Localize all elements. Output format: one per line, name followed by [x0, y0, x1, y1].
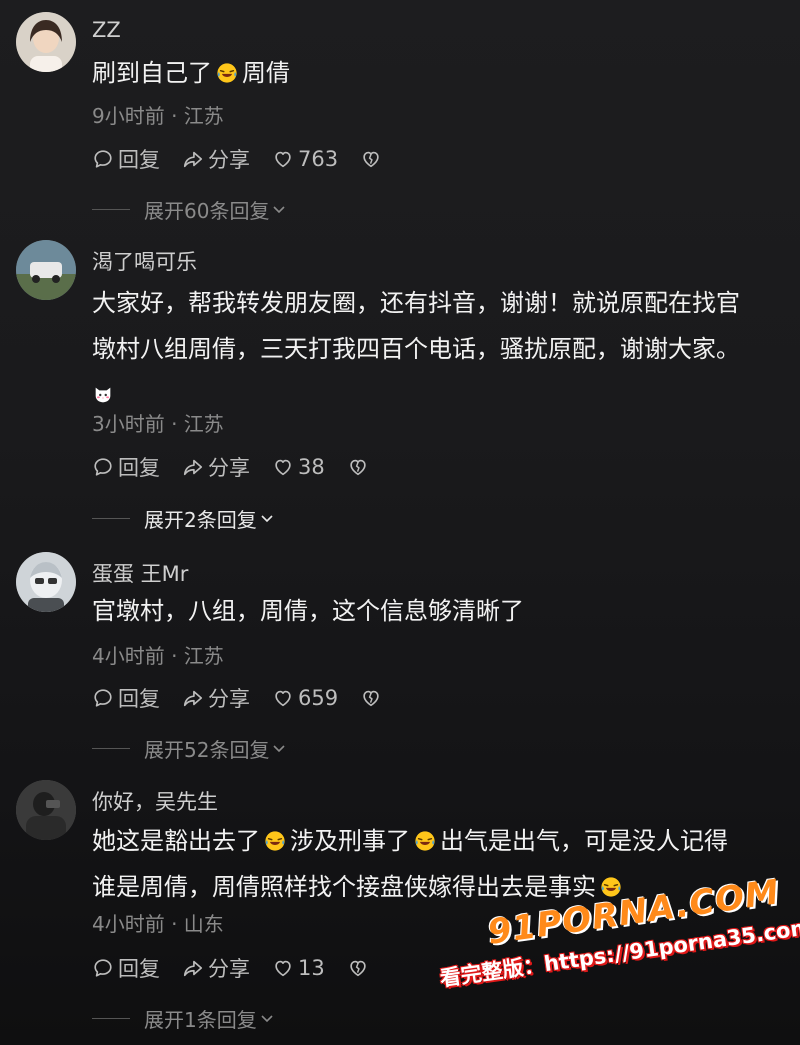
dislike-button[interactable]	[360, 687, 386, 709]
chevron-down-icon	[271, 201, 287, 217]
divider	[92, 747, 130, 749]
avatar[interactable]	[16, 12, 76, 72]
comment-bubble-icon	[92, 456, 114, 478]
comment-text-line: 墩村八组周倩，三天打我四百个电话，骚扰原配，谢谢大家。	[92, 335, 740, 363]
watermark: 91PORNA.COM 看完整版：https://91porna35.com	[438, 872, 800, 1030]
avatar[interactable]	[16, 780, 76, 840]
share-arrow-icon	[182, 456, 204, 478]
expand-replies[interactable]: 展开60条回复	[92, 195, 287, 223]
heart-icon	[272, 148, 294, 170]
share-label: 分享	[208, 148, 250, 172]
reply-button[interactable]: 回复	[92, 144, 160, 174]
reply-label: 回复	[118, 687, 160, 711]
share-label: 分享	[208, 957, 250, 981]
share-arrow-icon	[182, 687, 204, 709]
share-button[interactable]: 分享	[182, 452, 250, 482]
reply-label: 回复	[118, 456, 160, 480]
comment-bubble-icon	[92, 148, 114, 170]
share-label: 分享	[208, 687, 250, 711]
dislike-button[interactable]	[347, 456, 373, 478]
action-bar: 回复 分享 13	[92, 954, 395, 982]
username[interactable]: 渴了喝可乐	[92, 246, 197, 276]
avatar[interactable]	[16, 240, 76, 300]
share-button[interactable]: 分享	[182, 953, 250, 983]
reply-button[interactable]: 回复	[92, 953, 160, 983]
comment-text-part: 周倩	[242, 59, 290, 87]
heart-icon	[272, 456, 294, 478]
reply-label: 回复	[118, 148, 160, 172]
username[interactable]: ZZ	[92, 18, 121, 42]
expand-label: 展开52条回复	[144, 737, 270, 762]
broken-heart-icon	[360, 148, 382, 170]
like-button[interactable]: 38	[272, 455, 325, 479]
heart-icon	[272, 687, 294, 709]
chevron-down-icon	[259, 510, 275, 526]
comment-bubble-icon	[92, 957, 114, 979]
action-bar: 回复 分享 659	[92, 684, 408, 712]
avatar[interactable]	[16, 552, 76, 612]
comment-meta: 3小时前 · 江苏	[92, 412, 224, 436]
like-count: 763	[298, 147, 339, 171]
action-bar: 回复 分享 38	[92, 453, 395, 481]
expand-label: 展开1条回复	[144, 1007, 257, 1032]
comment-meta: 4小时前 · 江苏	[92, 644, 224, 668]
expand-replies[interactable]: 展开1条回复	[92, 1004, 275, 1032]
comment-text-line: 她这是豁出去了 涉及刑事了 出气是出气，可是没人记得	[92, 818, 792, 864]
comment-text-part: 出气是出气，可是没人记得	[440, 827, 728, 855]
laugh-cry-emoji	[414, 830, 436, 852]
comment-text-part: 谁是周倩，周倩照样找个接盘侠嫁得出去是事实	[92, 873, 596, 901]
share-label: 分享	[208, 456, 250, 480]
comment-text: 刷到自己了 周倩	[92, 50, 792, 96]
broken-heart-icon	[347, 957, 369, 979]
reply-button[interactable]: 回复	[92, 452, 160, 482]
comment-bubble-icon	[92, 687, 114, 709]
share-arrow-icon	[182, 148, 204, 170]
like-button[interactable]: 659	[272, 686, 338, 710]
divider	[92, 1017, 130, 1019]
divider	[92, 208, 130, 210]
broken-heart-icon	[347, 456, 369, 478]
comment-meta: 9小时前 · 江苏	[92, 104, 224, 128]
like-count: 13	[298, 956, 325, 980]
like-button[interactable]: 763	[272, 147, 338, 171]
action-bar: 回复 分享 763	[92, 145, 408, 173]
expand-label: 展开2条回复	[144, 507, 257, 532]
share-button[interactable]: 分享	[182, 144, 250, 174]
comment-text-part: 涉及刑事了	[290, 827, 410, 855]
comment-text-part: 刷到自己了	[92, 59, 212, 87]
cat-emoji	[92, 384, 114, 406]
expand-replies[interactable]: 展开2条回复	[92, 504, 275, 532]
laugh-cry-emoji	[216, 62, 238, 84]
expand-replies[interactable]: 展开52条回复	[92, 734, 287, 762]
expand-label: 展开60条回复	[144, 198, 270, 223]
comment-text: 官墩村，八组，周倩，这个信息够清晰了	[92, 597, 524, 625]
broken-heart-icon	[360, 687, 382, 709]
laugh-cry-emoji	[264, 830, 286, 852]
comment-text: 大家好，帮我转发朋友圈，还有抖音，谢谢！就说原配在找官 墩村八组周倩，三天打我四…	[92, 280, 792, 418]
dislike-button[interactable]	[347, 957, 373, 979]
reply-button[interactable]: 回复	[92, 683, 160, 713]
share-button[interactable]: 分享	[182, 683, 250, 713]
username[interactable]: 蛋蛋 王Mr	[92, 558, 188, 588]
share-arrow-icon	[182, 957, 204, 979]
comment-text-part: 她这是豁出去了	[92, 827, 260, 855]
username[interactable]: 你好，吴先生	[92, 786, 218, 816]
like-count: 38	[298, 455, 325, 479]
chevron-down-icon	[271, 740, 287, 756]
like-button[interactable]: 13	[272, 956, 325, 980]
reply-label: 回复	[118, 957, 160, 981]
comment-meta: 4小时前 · 山东	[92, 912, 224, 936]
dislike-button[interactable]	[360, 148, 386, 170]
heart-icon	[272, 957, 294, 979]
divider	[92, 517, 130, 519]
like-count: 659	[298, 686, 339, 710]
chevron-down-icon	[259, 1010, 275, 1026]
comment-text-line: 大家好，帮我转发朋友圈，还有抖音，谢谢！就说原配在找官	[92, 289, 740, 317]
